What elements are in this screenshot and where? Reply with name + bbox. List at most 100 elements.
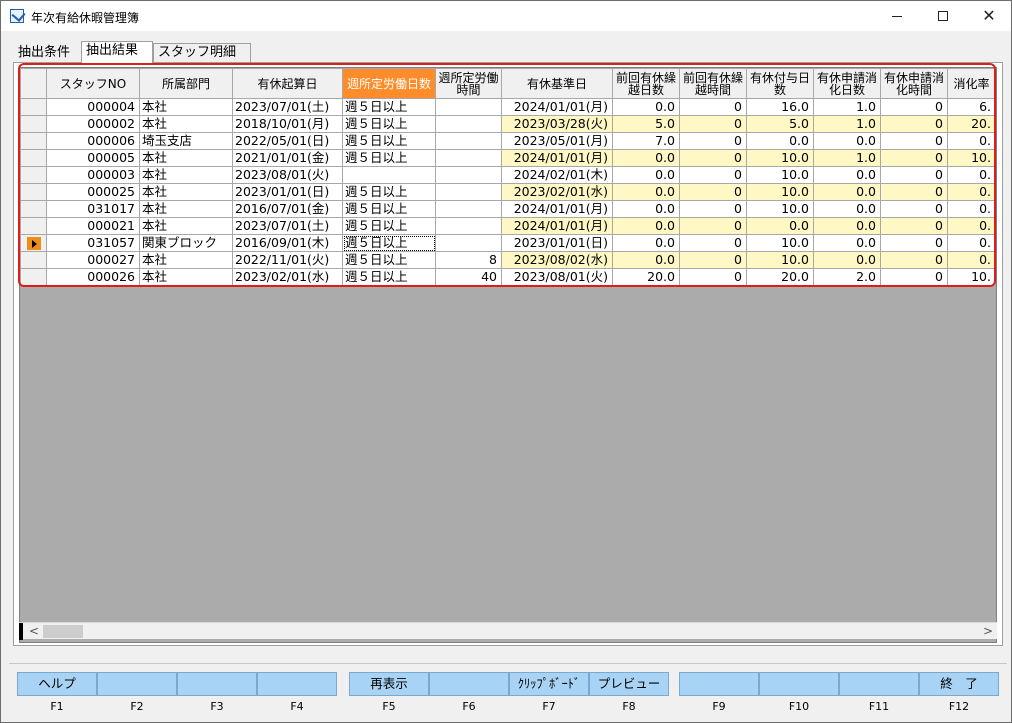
table-cell[interactable]: 週５日以上 bbox=[342, 234, 436, 252]
fkey-button-f8[interactable]: プレビュー bbox=[589, 672, 669, 696]
fkey-button-f9[interactable] bbox=[679, 672, 759, 696]
col-header-weekly-hours[interactable]: 週所定労働時間 bbox=[435, 68, 502, 99]
fkey-button-f3[interactable] bbox=[177, 672, 257, 696]
fkey-button-f12[interactable]: 終 了 bbox=[919, 672, 999, 696]
horizontal-scrollbar[interactable]: < > bbox=[19, 622, 997, 640]
table-cell[interactable] bbox=[435, 98, 502, 116]
tab-staff-details[interactable]: スタッフ明細 bbox=[153, 43, 251, 62]
table-cell[interactable]: 週５日以上 bbox=[342, 98, 436, 116]
table-cell[interactable]: 週５日以上 bbox=[342, 183, 436, 201]
table-cell[interactable]: 0.0 bbox=[813, 251, 881, 269]
row-header[interactable] bbox=[20, 251, 47, 269]
table-cell[interactable]: 000026 bbox=[46, 268, 140, 286]
table-cell[interactable]: 000002 bbox=[46, 115, 140, 133]
table-cell[interactable]: 埼玉支店 bbox=[139, 132, 233, 150]
table-cell[interactable]: 0 bbox=[679, 166, 747, 184]
table-cell[interactable]: 2024/01/01(月) bbox=[501, 217, 613, 235]
table-cell[interactable]: 2023/01/01(日) bbox=[232, 183, 343, 201]
table-cell[interactable]: 0 bbox=[880, 115, 948, 133]
table-cell[interactable]: 7.0 bbox=[612, 132, 680, 150]
col-header-used-days[interactable]: 有休申請消化日数 bbox=[813, 68, 881, 99]
table-cell[interactable]: 20.0 bbox=[612, 268, 680, 286]
table-cell[interactable]: 2.0 bbox=[813, 268, 881, 286]
table-cell[interactable]: 0.0 bbox=[612, 251, 680, 269]
table-cell[interactable]: 031057 bbox=[46, 234, 140, 252]
scroll-right-icon[interactable]: > bbox=[981, 624, 995, 638]
table-cell[interactable]: 2023/05/01(月) bbox=[501, 132, 613, 150]
table-row[interactable]: 000005 本社 2021/01/01(金) 週５日以上 2024/01/01(月) 0… bbox=[20, 149, 996, 167]
table-cell[interactable]: 000027 bbox=[46, 251, 140, 269]
table-cell[interactable]: 0. bbox=[947, 132, 996, 150]
table-cell[interactable]: 0.0 bbox=[612, 98, 680, 116]
table-cell[interactable]: 000003 bbox=[46, 166, 140, 184]
table-cell[interactable]: 0. bbox=[947, 251, 996, 269]
table-cell[interactable]: 1.0 bbox=[813, 149, 881, 167]
table-cell[interactable]: 本社 bbox=[139, 115, 233, 133]
row-header[interactable] bbox=[20, 166, 47, 184]
table-cell[interactable]: 0. bbox=[947, 183, 996, 201]
table-cell[interactable]: 0.0 bbox=[813, 200, 881, 218]
table-row[interactable]: 031017 本社 2016/07/01(金) 週５日以上 2024/01/01(月) 0… bbox=[20, 200, 996, 218]
table-cell[interactable] bbox=[435, 183, 502, 201]
table-cell[interactable]: 0 bbox=[880, 217, 948, 235]
table-row[interactable]: 000026 本社 2023/02/01(水) 週５日以上 40 2023/08/01(火… bbox=[20, 268, 996, 286]
row-header[interactable] bbox=[20, 132, 47, 150]
table-cell[interactable]: 20.0 bbox=[746, 268, 814, 286]
table-cell[interactable]: 0 bbox=[679, 217, 747, 235]
table-cell[interactable]: 週５日以上 bbox=[342, 251, 436, 269]
minimize-button[interactable] bbox=[874, 1, 920, 31]
table-cell[interactable]: 2022/05/01(日) bbox=[232, 132, 343, 150]
table-cell[interactable]: 000004 bbox=[46, 98, 140, 116]
table-cell[interactable]: 031017 bbox=[46, 200, 140, 218]
table-cell[interactable]: 2023/08/01(火) bbox=[232, 166, 343, 184]
table-cell[interactable]: 0. bbox=[947, 166, 996, 184]
table-cell[interactable]: 10.0 bbox=[746, 166, 814, 184]
fkey-button-f7[interactable]: ｸﾘｯﾌﾟﾎﾞｰﾄﾞ bbox=[509, 672, 589, 696]
table-cell[interactable]: 000021 bbox=[46, 217, 140, 235]
table-cell[interactable]: 0.0 bbox=[612, 166, 680, 184]
table-cell[interactable]: 0.0 bbox=[813, 132, 881, 150]
row-header[interactable] bbox=[20, 98, 47, 116]
table-cell[interactable]: 0 bbox=[880, 200, 948, 218]
scroll-thumb[interactable] bbox=[43, 625, 83, 638]
table-cell[interactable] bbox=[435, 234, 502, 252]
table-cell[interactable]: 10.0 bbox=[746, 234, 814, 252]
table-cell[interactable]: 関東ブロック bbox=[139, 234, 233, 252]
table-cell[interactable]: 2018/10/01(月) bbox=[232, 115, 343, 133]
table-cell[interactable]: 0 bbox=[679, 132, 747, 150]
table-cell[interactable]: 10.0 bbox=[746, 200, 814, 218]
table-cell[interactable]: 6. bbox=[947, 98, 996, 116]
table-row[interactable]: 031057 関東ブロック 2016/09/01(木) 週５日以上 2023/01/01… bbox=[20, 234, 996, 252]
table-cell[interactable]: 0 bbox=[679, 268, 747, 286]
table-cell[interactable]: 10.0 bbox=[746, 183, 814, 201]
table-cell[interactable]: 5.0 bbox=[746, 115, 814, 133]
table-row[interactable]: 000004 本社 2023/07/01(土) 週５日以上 2024/01/01(月) 0… bbox=[20, 98, 996, 116]
table-cell[interactable]: 0. bbox=[947, 217, 996, 235]
table-cell[interactable]: 0 bbox=[880, 183, 948, 201]
table-cell[interactable]: 2023/02/01(水) bbox=[501, 183, 613, 201]
table-cell[interactable]: 000025 bbox=[46, 183, 140, 201]
table-cell[interactable] bbox=[342, 166, 436, 184]
table-cell[interactable]: 0 bbox=[880, 234, 948, 252]
table-row[interactable]: 000006 埼玉支店 2022/05/01(日) 週５日以上 2023/05/01(月… bbox=[20, 132, 996, 150]
table-cell[interactable]: 0 bbox=[880, 98, 948, 116]
col-header-carryover-hours[interactable]: 前回有休繰越時間 bbox=[679, 68, 747, 99]
table-cell[interactable]: 10. bbox=[947, 149, 996, 167]
scroll-left-icon[interactable]: < bbox=[27, 624, 41, 638]
table-cell[interactable]: 5.0 bbox=[612, 115, 680, 133]
table-cell[interactable]: 本社 bbox=[139, 166, 233, 184]
table-cell[interactable]: 8 bbox=[435, 251, 502, 269]
table-cell[interactable]: 2023/07/01(土) bbox=[232, 98, 343, 116]
table-cell[interactable]: 0 bbox=[880, 149, 948, 167]
table-cell[interactable]: 0 bbox=[880, 268, 948, 286]
table-cell[interactable]: 2024/01/01(月) bbox=[501, 149, 613, 167]
table-cell[interactable]: 1.0 bbox=[813, 115, 881, 133]
row-header[interactable] bbox=[20, 183, 47, 201]
close-button[interactable]: ✕ bbox=[966, 1, 1012, 31]
table-cell[interactable]: 0.0 bbox=[746, 132, 814, 150]
table-cell[interactable]: 0 bbox=[679, 251, 747, 269]
row-header[interactable] bbox=[20, 149, 47, 167]
col-header-staff-no[interactable]: スタッフNO bbox=[46, 68, 140, 99]
table-cell[interactable]: 0 bbox=[679, 115, 747, 133]
table-cell[interactable]: 0.0 bbox=[612, 200, 680, 218]
